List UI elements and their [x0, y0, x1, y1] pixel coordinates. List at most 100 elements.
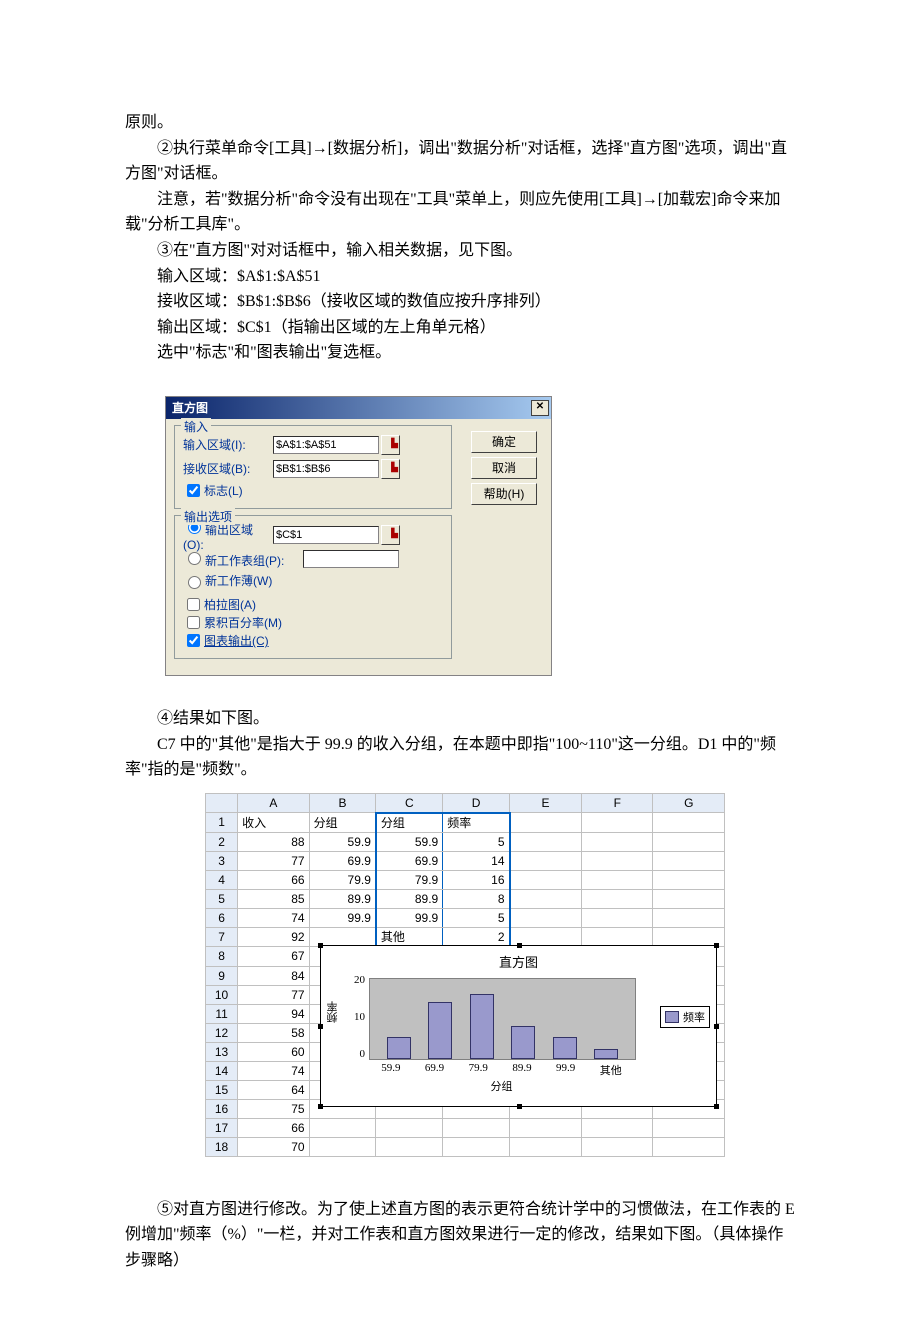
- cell[interactable]: 分组: [309, 813, 376, 833]
- cell[interactable]: [510, 1137, 582, 1156]
- cell[interactable]: [510, 832, 582, 851]
- row-header[interactable]: 3: [206, 851, 238, 870]
- row-header[interactable]: 14: [206, 1061, 238, 1080]
- new-worksheet-field[interactable]: [303, 550, 399, 568]
- cell[interactable]: 84: [238, 966, 309, 985]
- col-header[interactable]: D: [443, 793, 510, 813]
- cell[interactable]: 77: [238, 851, 309, 870]
- cumulative-checkbox[interactable]: [187, 616, 200, 629]
- cell[interactable]: [653, 1137, 725, 1156]
- cell[interactable]: 收入: [238, 813, 309, 833]
- row-header[interactable]: 9: [206, 966, 238, 985]
- cell[interactable]: [653, 889, 725, 908]
- cell[interactable]: [653, 908, 725, 927]
- row-header[interactable]: 8: [206, 947, 238, 967]
- cell[interactable]: [653, 870, 725, 889]
- row-header[interactable]: 10: [206, 985, 238, 1004]
- row-header[interactable]: 12: [206, 1023, 238, 1042]
- corner-cell[interactable]: [206, 793, 238, 813]
- row-header[interactable]: 18: [206, 1137, 238, 1156]
- row-header[interactable]: 16: [206, 1099, 238, 1118]
- col-header[interactable]: B: [309, 793, 376, 813]
- cell[interactable]: [653, 1118, 725, 1137]
- cell[interactable]: 14: [443, 851, 510, 870]
- cell[interactable]: 分组: [376, 813, 443, 833]
- cell[interactable]: 79.9: [309, 870, 376, 889]
- cell[interactable]: 77: [238, 985, 309, 1004]
- cell[interactable]: [443, 1118, 510, 1137]
- cell[interactable]: [653, 813, 725, 833]
- cell[interactable]: 89.9: [376, 889, 443, 908]
- cell[interactable]: 69.9: [376, 851, 443, 870]
- output-range-field[interactable]: [273, 526, 379, 544]
- cell[interactable]: 66: [238, 870, 309, 889]
- dialog-titlebar[interactable]: 直方图 ✕: [166, 397, 551, 419]
- cell[interactable]: [510, 851, 582, 870]
- cell[interactable]: 8: [443, 889, 510, 908]
- col-header[interactable]: E: [510, 793, 582, 813]
- cell[interactable]: [510, 908, 582, 927]
- row-header[interactable]: 17: [206, 1118, 238, 1137]
- cell[interactable]: 74: [238, 908, 309, 927]
- row-header[interactable]: 13: [206, 1042, 238, 1061]
- range-picker-icon[interactable]: ▙: [381, 435, 400, 455]
- cell[interactable]: [582, 1137, 653, 1156]
- cell[interactable]: 89.9: [309, 889, 376, 908]
- row-header[interactable]: 5: [206, 889, 238, 908]
- cell[interactable]: 99.9: [309, 908, 376, 927]
- cell[interactable]: 67: [238, 947, 309, 967]
- cell[interactable]: 92: [238, 927, 309, 947]
- cell[interactable]: 60: [238, 1042, 309, 1061]
- cell[interactable]: 75: [238, 1099, 309, 1118]
- row-header[interactable]: 2: [206, 832, 238, 851]
- range-picker-icon[interactable]: ▙: [381, 525, 400, 545]
- cell[interactable]: [309, 1118, 376, 1137]
- cell[interactable]: 频率: [443, 813, 510, 833]
- chart-output-checkbox[interactable]: [187, 634, 200, 647]
- row-header[interactable]: 11: [206, 1004, 238, 1023]
- cell[interactable]: 69.9: [309, 851, 376, 870]
- cell[interactable]: 5: [443, 908, 510, 927]
- col-header[interactable]: F: [582, 793, 653, 813]
- row-header[interactable]: 7: [206, 927, 238, 947]
- cell[interactable]: [582, 851, 653, 870]
- cell[interactable]: [582, 908, 653, 927]
- cell[interactable]: [582, 870, 653, 889]
- row-header[interactable]: 15: [206, 1080, 238, 1099]
- embedded-chart[interactable]: 直方图 频率 20 10 0 59.969.979.989.999.9其他 分组…: [320, 945, 717, 1107]
- row-header[interactable]: 1: [206, 813, 238, 833]
- row-header[interactable]: 6: [206, 908, 238, 927]
- cell[interactable]: 5: [443, 832, 510, 851]
- range-picker-icon[interactable]: ▙: [381, 459, 400, 479]
- cell[interactable]: 64: [238, 1080, 309, 1099]
- cell[interactable]: [653, 851, 725, 870]
- cell[interactable]: [443, 1137, 510, 1156]
- input-range-field[interactable]: [273, 436, 379, 454]
- col-header[interactable]: C: [376, 793, 443, 813]
- cell[interactable]: 59.9: [309, 832, 376, 851]
- cell[interactable]: [582, 889, 653, 908]
- cell[interactable]: 70: [238, 1137, 309, 1156]
- cell[interactable]: 99.9: [376, 908, 443, 927]
- cell[interactable]: [510, 1118, 582, 1137]
- cell[interactable]: [582, 813, 653, 833]
- labels-checkbox[interactable]: [187, 484, 200, 497]
- cell[interactable]: [510, 889, 582, 908]
- cell[interactable]: 66: [238, 1118, 309, 1137]
- new-worksheet-radio[interactable]: [188, 552, 201, 565]
- help-button[interactable]: 帮助(H): [471, 483, 537, 505]
- cell[interactable]: [582, 832, 653, 851]
- cell[interactable]: [309, 1137, 376, 1156]
- cell[interactable]: 94: [238, 1004, 309, 1023]
- cell[interactable]: [510, 870, 582, 889]
- cell[interactable]: [376, 1118, 443, 1137]
- cell[interactable]: [653, 832, 725, 851]
- cancel-button[interactable]: 取消: [471, 457, 537, 479]
- cell[interactable]: [582, 1118, 653, 1137]
- pareto-checkbox[interactable]: [187, 598, 200, 611]
- cell[interactable]: 16: [443, 870, 510, 889]
- cell[interactable]: 88: [238, 832, 309, 851]
- cell[interactable]: 79.9: [376, 870, 443, 889]
- cell[interactable]: 58: [238, 1023, 309, 1042]
- new-workbook-radio[interactable]: [188, 576, 201, 589]
